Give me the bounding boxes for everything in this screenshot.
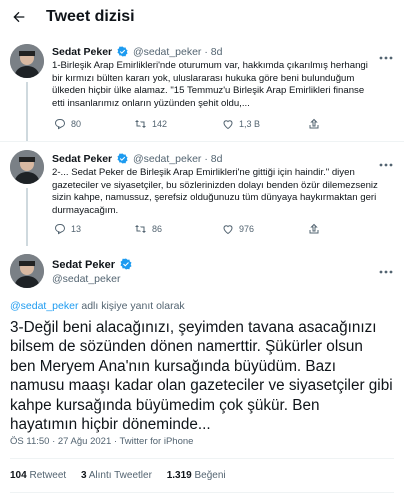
author-handle[interactable]: @sedat_peker [133,153,201,165]
tweet-line: ben Meryem Ana'nın kursağında büyüdüm. B… [10,357,337,375]
replying-to: @sedat_peker adlı kişiye yanıt olarak [10,300,185,312]
divider [0,141,404,142]
tweet-stats: 104 Retweet 3 Alıntı Tweetler 1.319 Beğe… [10,470,238,481]
retweets-label: Retweet [29,470,67,481]
tweet-line: 1-Birleşik Arap Emirlikleri'nde oturumum… [52,60,368,71]
author-name[interactable]: Sedat Peker [52,153,112,165]
tweet-time[interactable]: 8d [211,153,223,165]
tweet-meta[interactable]: ÖS 11:50 · 27 Ağu 2021 · Twitter for iPh… [10,436,193,447]
separator-dot: · [204,153,208,165]
reply-count: 80 [71,119,82,129]
tweet-line: sizin kahpe, namussuz, şerefsiz olduğunu… [52,192,377,204]
reply-icon [54,224,66,235]
author-name-text: Sedat Peker [52,259,115,271]
tweet-line: gazeteciler ve siyasetçiler, bu sözlerin… [52,179,378,191]
author-name[interactable]: Sedat Peker [52,258,134,273]
retweets-stat[interactable]: 104 Retweet [10,470,66,481]
like-count: 976 [239,224,255,234]
tweet-line: durmayacağım. [52,204,119,216]
retweet-button[interactable]: 86 [134,223,162,235]
tweet-time[interactable]: 8d [211,46,223,58]
retweet-icon [135,120,146,128]
divider [10,458,394,459]
reply-button[interactable]: 13 [54,223,81,235]
thread-line [26,82,28,142]
tweet-line: ülkeden hiçbir ülke alamaz. "15 Temmuz'u… [52,85,365,97]
like-button[interactable]: 1,3 B [222,118,260,130]
likes-count: 1.319 [166,470,192,481]
tweet-line: 3-Değil beni alacağınızı, şeyimden tavan… [10,319,377,336]
tweet-text: 1-Birleşik Arap Emirlikleri'nde oturumum… [52,60,392,110]
reply-button[interactable]: 80 [54,118,81,130]
tweet-line: bilsem de sözünden dönen namerttir. Şükü… [10,338,363,356]
tweet-line: 2-... Sedat Peker de Birleşik Arap Emirl… [52,167,355,178]
heart-icon [223,120,233,130]
likes-label: Beğeni [194,470,226,481]
quotes-stat[interactable]: 3 Alıntı Tweetler [81,470,152,481]
author-handle[interactable]: @sedat_peker [133,46,201,58]
tweet-header: Sedat Peker @sedat_peker · 8d [52,46,222,60]
heart-icon [223,225,233,235]
reply-icon [54,119,66,130]
more-options-icon[interactable] [378,262,394,274]
retweets-count: 104 [10,470,27,481]
tweet-line: bir kırmızı bülten kararı yok, uluslarar… [52,72,355,84]
reply-count: 13 [71,224,82,234]
more-options-icon[interactable] [378,48,394,60]
author-handle[interactable]: @sedat_peker [52,273,120,285]
tweet-line: namusu maaşı kadar olan gazeteciler ve s… [10,377,393,395]
replying-to-label: adlı kişiye yanıt olarak [78,300,185,312]
tweet-line: kahpe kursağında büyümedim çok şükür. Be… [10,396,320,414]
tweet-text: 2-... Sedat Peker de Birleşik Arap Emirl… [52,167,392,217]
retweet-count: 142 [152,119,168,129]
avatar[interactable] [10,254,44,288]
retweet-button[interactable]: 142 [134,118,167,130]
like-button[interactable]: 976 [222,223,254,235]
main-tweet-text: 3-Değil beni alacağınızı, şeyimden tavan… [10,318,396,434]
tweet-line: hayatımın hiçbir döneminde... [10,416,211,434]
page-title: Tweet dizisi [46,8,135,25]
like-count: 1,3 B [239,119,261,129]
verified-icon [120,258,132,273]
tweet-line: etti insanlarımız onların yüzünden şehit… [52,97,250,109]
share-button[interactable] [308,118,320,130]
tweet-actions: 13 86 976 [52,223,392,237]
tweet-actions: 80 142 1,3 B [52,118,392,132]
thread-line [26,188,28,246]
retweet-icon [135,225,146,233]
author-name[interactable]: Sedat Peker [52,46,112,58]
divider [10,492,394,493]
retweet-count: 86 [152,224,163,234]
back-arrow-icon[interactable] [8,6,30,28]
share-button[interactable] [308,223,320,235]
verified-icon [117,46,128,60]
likes-stat[interactable]: 1.319 Beğeni [167,470,226,481]
header-bar: Tweet dizisi [0,0,404,36]
quotes-label: Alıntı Tweetler [88,470,152,481]
replying-to-handle[interactable]: @sedat_peker [10,300,78,312]
separator-dot: · [204,46,208,58]
quotes-count: 3 [80,470,87,481]
avatar[interactable] [10,150,44,184]
share-icon [309,118,319,129]
avatar[interactable] [10,44,44,78]
more-options-icon[interactable] [378,155,394,167]
share-icon [309,223,319,234]
verified-icon [117,153,128,167]
tweet-header: Sedat Peker @sedat_peker · 8d [52,153,222,167]
